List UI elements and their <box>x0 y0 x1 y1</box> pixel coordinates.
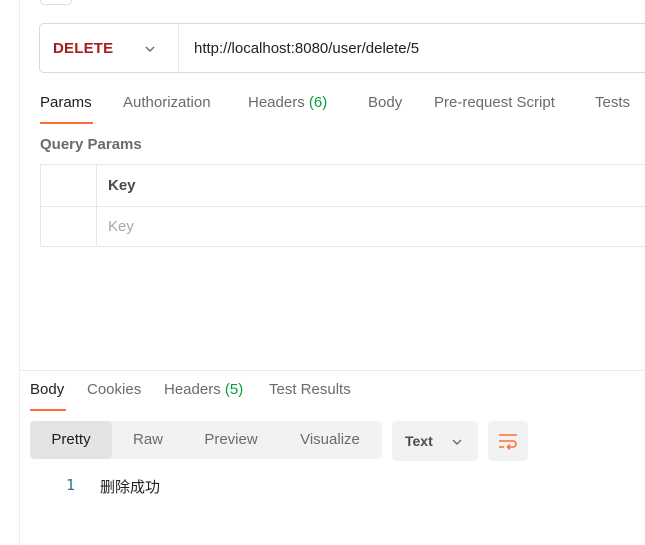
chevron-down-icon <box>452 439 462 445</box>
active-tab-indicator <box>40 122 93 124</box>
response-body-text: 删除成功 <box>100 478 161 496</box>
tab-response-headers-label: Headers <box>164 381 221 398</box>
method-select[interactable]: DELETE <box>40 24 179 72</box>
body-type-dropdown[interactable]: Text <box>392 421 478 461</box>
chevron-down-icon <box>145 46 155 52</box>
format-segmented-control: Pretty Raw Preview Visualize <box>30 421 382 459</box>
tab-body[interactable]: Body <box>368 94 402 111</box>
tab-headers[interactable]: Headers (6) <box>248 94 327 111</box>
key-input[interactable] <box>108 213 408 239</box>
tab-params[interactable]: Params <box>40 94 92 111</box>
table-header-row: Key <box>41 165 645 207</box>
wrap-lines-button[interactable] <box>488 421 528 461</box>
response-headers-count: (5) <box>224 381 244 398</box>
row-select-cell <box>41 206 97 247</box>
line-number: 1 <box>66 476 76 494</box>
tab-pre-request-script[interactable]: Pre-request Script <box>434 94 555 111</box>
table-row <box>41 206 645 247</box>
body-type-label: Text <box>405 433 433 449</box>
request-bar: DELETE http://localhost:8080/user/delete… <box>39 23 645 73</box>
left-gutter <box>0 0 20 545</box>
top-control-stub[interactable] <box>40 0 72 5</box>
active-response-tab-indicator <box>30 409 66 411</box>
tab-authorization[interactable]: Authorization <box>123 94 211 111</box>
query-params-table: Key <box>40 164 645 247</box>
url-input[interactable]: http://localhost:8080/user/delete/5 <box>179 40 419 57</box>
format-pretty[interactable]: Pretty <box>30 421 112 459</box>
query-params-title: Query Params <box>40 136 142 153</box>
response-divider[interactable] <box>19 370 645 371</box>
tab-cookies[interactable]: Cookies <box>87 381 141 398</box>
method-label: DELETE <box>53 39 114 57</box>
format-raw[interactable]: Raw <box>120 421 176 459</box>
tab-tests[interactable]: Tests <box>595 94 630 111</box>
tab-test-results[interactable]: Test Results <box>269 381 351 398</box>
tab-response-headers[interactable]: Headers (5) <box>164 381 243 398</box>
format-visualize[interactable]: Visualize <box>290 421 370 459</box>
headers-count: (6) <box>308 94 328 111</box>
wrap-lines-icon <box>499 434 517 450</box>
row-select-cell <box>41 165 97 206</box>
tab-headers-label: Headers <box>248 94 305 111</box>
key-column-header: Key <box>108 177 136 194</box>
tab-response-body[interactable]: Body <box>30 381 64 398</box>
format-preview[interactable]: Preview <box>194 421 268 459</box>
